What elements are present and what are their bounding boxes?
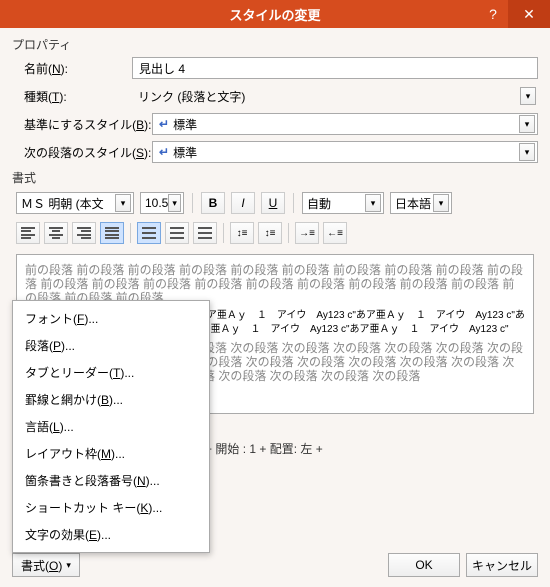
type-label: 種類(T): [24,88,132,105]
space-before-increase-button[interactable]: ↕≡ [230,222,254,244]
align-justify-button[interactable] [100,222,124,244]
format-popup-menu: フォント(F)... 段落(P)... タブとリーダー(T)... 罫線と網かけ… [12,300,210,553]
align-center-button[interactable] [44,222,68,244]
close-button[interactable]: ✕ [508,0,550,28]
chevron-down-icon: ▾ [519,115,535,133]
cancel-button[interactable]: キャンセル [466,553,538,577]
indent-increase-button[interactable]: →≡ [295,222,319,244]
next-label: 次の段落のスタイル(S): [24,144,152,161]
name-label: 名前(N): [24,60,132,77]
space-before-decrease-button[interactable]: ↕≡ [258,222,282,244]
popup-language[interactable]: 言語(L)... [13,413,209,440]
titlebar-title: スタイルの変更 [229,5,320,24]
popup-paragraph[interactable]: 段落(P)... [13,332,209,359]
preview-prev: 前の段落 前の段落 前の段落 前の段落 前の段落 前の段落 前の段落 前の段落 … [25,263,525,305]
popup-numbering[interactable]: 箇条書きと段落番号(N)... [13,467,209,494]
type-value: リンク (段落と文字) [138,88,245,105]
align-right-button[interactable] [72,222,96,244]
line-spacing-2-button[interactable] [193,222,217,244]
size-dropdown[interactable]: 10.5 ▾ [140,192,184,214]
base-label: 基準にするスタイル(B): [24,116,152,133]
paragraph-mark-icon: ↵ [159,145,169,159]
language-dropdown[interactable]: 日本語 ▾ [390,192,452,214]
popup-tabs[interactable]: タブとリーダー(T)... [13,359,209,386]
base-style-dropdown[interactable]: ↵標準 ▾ [152,113,538,135]
italic-button[interactable]: I [231,192,255,214]
properties-group-label: プロパティ [12,36,538,53]
line-spacing-1-button[interactable] [137,222,161,244]
popup-frame[interactable]: レイアウト枠(M)... [13,440,209,467]
name-input[interactable] [132,57,538,79]
popup-shortcut[interactable]: ショートカット キー(K)... [13,494,209,521]
format-group-label: 書式 [12,169,538,186]
chevron-down-icon: ▾ [168,194,181,212]
titlebar: スタイルの変更 ? ✕ [0,0,550,28]
color-dropdown[interactable]: 自動 ▾ [302,192,384,214]
dialog-body: プロパティ 名前(N): 種類(T): リンク (段落と文字) ▾ 基準にするス… [0,28,550,587]
indent-decrease-button[interactable]: ←≡ [323,222,347,244]
underline-button[interactable]: U [261,192,285,214]
chevron-down-icon: ▾ [365,194,381,212]
popup-font[interactable]: フォント(F)... [13,305,209,332]
type-dropdown[interactable]: リンク (段落と文字) ▾ [132,85,538,107]
chevron-down-icon: ▾ [520,87,536,105]
next-style-dropdown[interactable]: ↵標準 ▾ [152,141,538,163]
ok-button[interactable]: OK [388,553,460,577]
chevron-down-icon: ▾ [433,194,449,212]
chevron-down-icon: ▾ [519,143,535,161]
line-spacing-1-5-button[interactable] [165,222,189,244]
chevron-down-icon: ▾ [115,194,131,212]
popup-texteffects[interactable]: 文字の効果(E)... [13,521,209,548]
format-menu-button[interactable]: 書式(O)▾ [12,553,80,577]
paragraph-mark-icon: ↵ [159,117,169,131]
help-button[interactable]: ? [478,0,508,28]
popup-border[interactable]: 罫線と網かけ(B)... [13,386,209,413]
align-left-button[interactable] [16,222,40,244]
font-dropdown[interactable]: ＭＳ 明朝 (本文 ▾ [16,192,134,214]
bold-button[interactable]: B [201,192,225,214]
